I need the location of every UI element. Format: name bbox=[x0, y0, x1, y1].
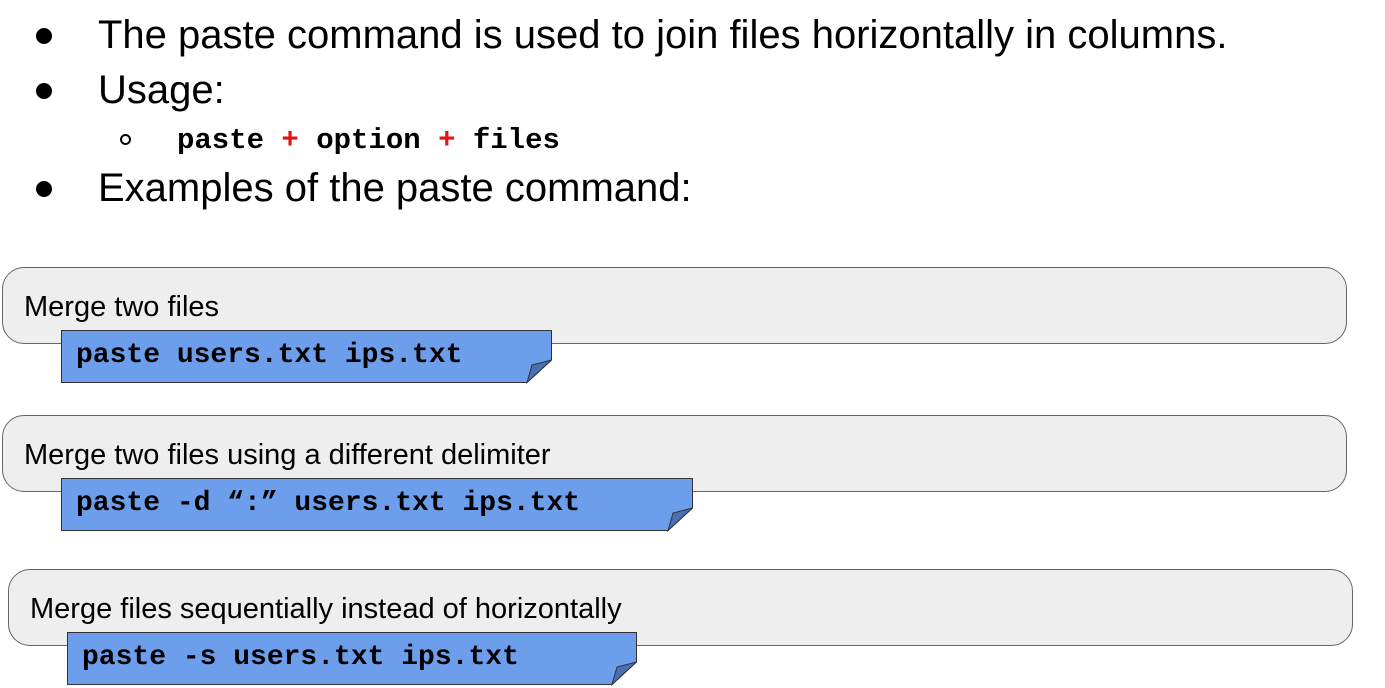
bullet-intro-text: The paste command is used to join files … bbox=[98, 13, 1228, 57]
example-label: Merge two files using a different delimi… bbox=[24, 439, 551, 471]
usage-plus: + bbox=[281, 124, 299, 157]
bullet-usage-text: Usage: bbox=[98, 68, 225, 112]
usage-files: files bbox=[472, 124, 560, 157]
command-text: paste users.txt ips.txt bbox=[76, 340, 463, 371]
hollow-circle-icon bbox=[120, 134, 131, 145]
command-note: paste users.txt ips.txt bbox=[61, 330, 552, 385]
command-text: paste -d “:” users.txt ips.txt bbox=[76, 488, 581, 519]
command-note: paste -s users.txt ips.txt bbox=[67, 632, 637, 687]
usage-cmd: paste bbox=[177, 124, 265, 157]
bullet-dot-icon bbox=[36, 181, 52, 197]
usage-syntax: paste + option + files bbox=[177, 122, 560, 160]
usage-plus: + bbox=[438, 124, 456, 157]
bullet-examples-text: Examples of the paste command: bbox=[98, 166, 692, 210]
example-label: Merge files sequentially instead of hori… bbox=[30, 593, 622, 625]
bullet-dot-icon bbox=[36, 83, 52, 99]
slide: { "bullets": { "intro": "The paste comma… bbox=[0, 0, 1385, 688]
example-label: Merge two files bbox=[24, 291, 220, 323]
bullet-dot-icon bbox=[36, 28, 52, 44]
command-note: paste -d “:” users.txt ips.txt bbox=[61, 478, 693, 533]
command-text: paste -s users.txt ips.txt bbox=[82, 642, 519, 673]
usage-option: option bbox=[316, 124, 421, 157]
